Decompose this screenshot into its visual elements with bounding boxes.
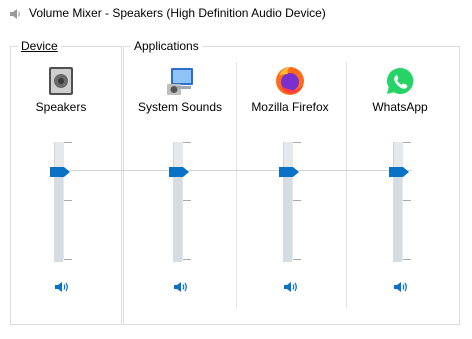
volume-slider[interactable] bbox=[50, 142, 76, 262]
channel-system-sounds: System Sounds bbox=[125, 58, 235, 308]
channel-label: WhatsApp bbox=[372, 100, 428, 114]
speaker-volume-icon[interactable] bbox=[283, 280, 299, 294]
slider-thumb[interactable] bbox=[389, 167, 409, 177]
volume-slider[interactable] bbox=[389, 142, 415, 262]
channel-label: Speakers bbox=[35, 100, 87, 114]
device-section-label: Device bbox=[18, 39, 61, 53]
slider-fill bbox=[393, 173, 402, 262]
speaker-icon bbox=[10, 9, 20, 19]
channel-label: Mozilla Firefox bbox=[251, 100, 329, 114]
speaker-volume-icon[interactable] bbox=[54, 280, 70, 294]
slider-thumb[interactable] bbox=[169, 167, 189, 177]
slider-tick bbox=[403, 142, 411, 143]
slider-tick bbox=[64, 259, 72, 260]
slider-tick bbox=[183, 142, 191, 143]
slider-tick bbox=[293, 142, 301, 143]
applications-section-label: Applications bbox=[131, 39, 202, 53]
speaker-cabinet-icon bbox=[49, 67, 73, 95]
slider-thumb[interactable] bbox=[50, 167, 70, 177]
channel-speakers: Speakers bbox=[6, 58, 116, 308]
channel-whatsapp: WhatsApp bbox=[345, 58, 455, 308]
volume-slider[interactable] bbox=[169, 142, 195, 262]
slider-tick bbox=[403, 259, 411, 260]
slider-tick bbox=[293, 259, 301, 260]
slider-tick bbox=[293, 200, 301, 201]
slider-fill bbox=[283, 173, 292, 262]
slider-tick bbox=[183, 259, 191, 260]
channel-label: System Sounds bbox=[137, 100, 223, 114]
slider-fill bbox=[54, 173, 63, 262]
window-title: Volume Mixer - Speakers (High Definition… bbox=[29, 6, 326, 20]
title-bar: Volume Mixer - Speakers (High Definition… bbox=[0, 0, 472, 28]
channel-firefox: Mozilla Firefox bbox=[235, 58, 345, 308]
slider-tick bbox=[64, 142, 72, 143]
volume-slider[interactable] bbox=[279, 142, 305, 262]
whatsapp-icon bbox=[387, 67, 414, 94]
speaker-volume-icon[interactable] bbox=[173, 280, 189, 294]
slider-thumb[interactable] bbox=[279, 167, 299, 177]
system-sounds-icon bbox=[167, 68, 193, 95]
firefox-icon bbox=[276, 67, 304, 95]
speaker-volume-icon[interactable] bbox=[393, 280, 409, 294]
slider-tick bbox=[64, 200, 72, 201]
slider-fill bbox=[173, 173, 182, 262]
slider-tick bbox=[403, 200, 411, 201]
slider-tick bbox=[183, 200, 191, 201]
